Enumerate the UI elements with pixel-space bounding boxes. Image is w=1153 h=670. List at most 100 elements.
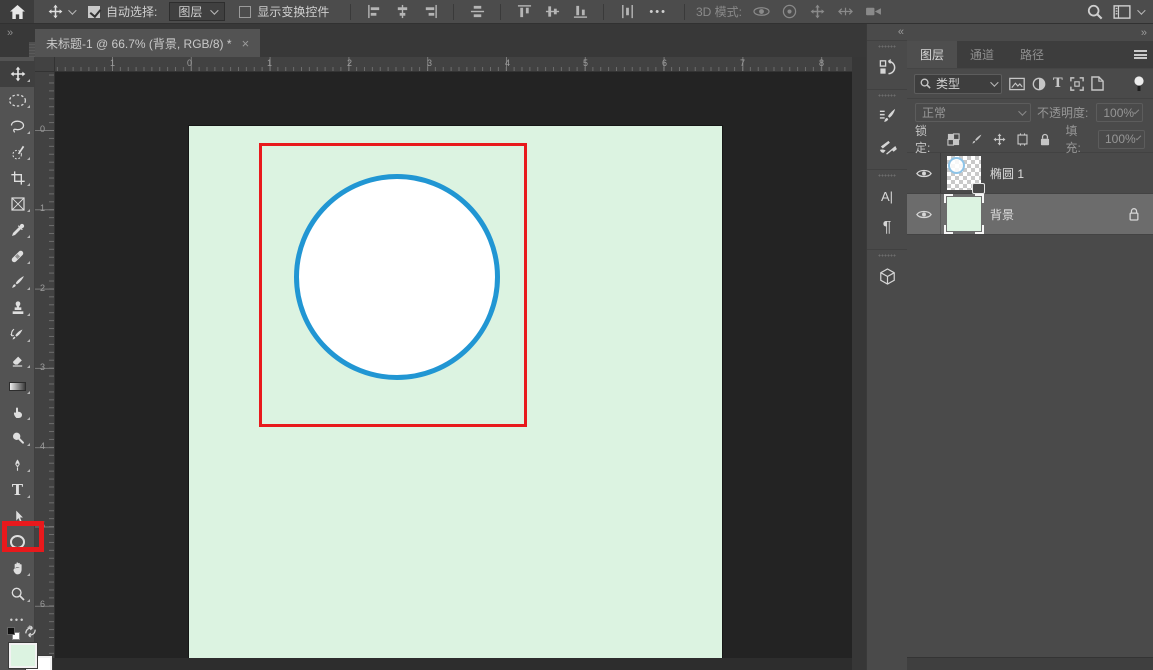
smudge-tool[interactable]	[0, 399, 35, 425]
character-panel-button[interactable]: A|	[867, 181, 907, 212]
layer-thumbnail[interactable]	[947, 156, 981, 190]
tab-paths[interactable]: 路径	[1007, 41, 1057, 68]
adjustment-layer-filter-icon[interactable]	[1032, 77, 1046, 91]
expand-dock-chevron[interactable]: «	[867, 24, 907, 40]
orbit-3d-button[interactable]	[750, 2, 774, 22]
workspace-switcher-button[interactable]	[1113, 5, 1143, 19]
dock-gripper[interactable]	[878, 94, 896, 97]
filter-type-dropdown[interactable]: 类型	[914, 74, 1002, 94]
align-left-button[interactable]	[362, 2, 386, 22]
layer-name[interactable]: 椭圆 1	[990, 165, 1024, 182]
vertical-ruler[interactable]: 0 1 2 3 4 5 6	[35, 72, 55, 658]
vertical-scrollbar[interactable]	[852, 57, 866, 670]
lock-artboard-icon[interactable]	[1016, 133, 1029, 146]
distribute-vertical-button[interactable]	[465, 2, 489, 22]
tab-overflow-chevron[interactable]: »	[7, 27, 11, 39]
layer-name[interactable]: 背景	[990, 206, 1014, 223]
more-options-button[interactable]: •••	[649, 6, 667, 18]
quick-selection-tool[interactable]	[0, 139, 35, 165]
auto-select-target-dropdown[interactable]: 图层	[169, 2, 225, 21]
foreground-color-swatch[interactable]	[9, 643, 37, 668]
dock-gripper[interactable]	[878, 45, 896, 48]
lock-all-icon[interactable]	[1039, 133, 1051, 146]
lock-label: 锁定:	[915, 122, 938, 156]
move-tool[interactable]	[0, 61, 35, 87]
align-right-button[interactable]	[418, 2, 442, 22]
smart-object-filter-icon[interactable]	[1091, 76, 1104, 91]
lock-transparency-icon[interactable]	[947, 133, 960, 146]
visibility-toggle[interactable]	[907, 194, 941, 234]
type-layer-filter-icon[interactable]: T	[1053, 76, 1063, 91]
history-brush-tool[interactable]	[0, 321, 35, 347]
eraser-tool[interactable]	[0, 347, 35, 373]
auto-select-checkbox[interactable]: 自动选择:	[88, 3, 157, 20]
clone-stamp-tool[interactable]	[0, 295, 35, 321]
layer-row-background[interactable]: 背景	[907, 194, 1153, 235]
swap-colors-icon[interactable]	[24, 625, 37, 638]
roll-3d-button[interactable]	[778, 2, 802, 22]
opacity-value: 100%	[1103, 106, 1134, 120]
ruler-corner[interactable]	[35, 57, 55, 72]
pen-tool[interactable]	[0, 451, 35, 477]
separator	[603, 4, 604, 20]
panel-menu-button[interactable]	[1127, 41, 1153, 68]
pan-3d-button[interactable]	[806, 2, 830, 22]
gradient-tool[interactable]	[0, 373, 35, 399]
layer-row-ellipse[interactable]: 椭圆 1	[907, 153, 1153, 194]
hand-tool[interactable]	[0, 555, 35, 581]
brush-settings-panel-button[interactable]	[867, 101, 907, 132]
fill-value: 100%	[1105, 132, 1136, 146]
show-transform-checkbox[interactable]: 显示变换控件	[239, 3, 329, 20]
pixel-layer-filter-icon[interactable]	[1009, 77, 1025, 91]
dock-gripper[interactable]	[878, 254, 896, 257]
tab-channels[interactable]: 通道	[957, 41, 1007, 68]
dock-group	[867, 89, 907, 169]
layer-locked-icon[interactable]	[1128, 207, 1140, 221]
slide-3d-button[interactable]	[834, 2, 858, 22]
paragraph-panel-button[interactable]: ¶	[867, 212, 907, 243]
brush-tool[interactable]	[0, 269, 35, 295]
dodge-tool[interactable]	[0, 425, 35, 451]
align-top-button[interactable]	[512, 2, 536, 22]
horizontal-ruler[interactable]: 1 0 1 2 3 4 5 6 7 8	[55, 57, 852, 72]
lock-pixels-icon[interactable]	[970, 133, 983, 146]
elliptical-marquee-tool[interactable]	[0, 87, 35, 113]
fill-dropdown[interactable]: 100%	[1098, 130, 1145, 149]
align-bottom-button[interactable]	[568, 2, 592, 22]
checkbox-checked-icon	[88, 6, 100, 18]
document-tab[interactable]: 未标题-1 @ 66.7% (背景, RGB/8) * ×	[35, 29, 260, 57]
canvas-workspace[interactable]	[55, 72, 852, 658]
cube-3d-icon	[878, 267, 897, 286]
materials-3d-panel-button[interactable]	[867, 261, 907, 292]
filter-toggle-icon[interactable]	[1132, 75, 1146, 93]
search-icon[interactable]	[1087, 4, 1103, 20]
dock-gripper[interactable]	[878, 174, 896, 177]
canvas-document[interactable]	[189, 126, 722, 658]
align-center-horizontal-button[interactable]	[390, 2, 414, 22]
blend-mode-dropdown[interactable]: 正常	[915, 103, 1031, 122]
default-colors-icon[interactable]	[7, 627, 20, 640]
tab-layers[interactable]: 图层	[907, 41, 957, 68]
align-middle-button[interactable]	[540, 2, 564, 22]
move-tool-preset[interactable]	[48, 4, 74, 19]
history-panel-button[interactable]	[867, 52, 907, 83]
home-button[interactable]	[0, 0, 34, 23]
lasso-tool[interactable]	[0, 113, 35, 139]
close-tab-icon[interactable]: ×	[242, 36, 250, 51]
layer-thumbnail[interactable]	[947, 197, 981, 231]
eyedropper-tool[interactable]	[0, 217, 35, 243]
distribute-horizontal-button[interactable]	[615, 2, 639, 22]
frame-tool[interactable]	[0, 191, 35, 217]
camera-3d-button[interactable]	[862, 2, 886, 22]
shape-layer-filter-icon[interactable]	[1070, 77, 1084, 91]
collapse-panel-chevron[interactable]: »	[1141, 27, 1145, 39]
type-tool[interactable]: T	[0, 477, 35, 503]
brushes-panel-button[interactable]	[867, 132, 907, 163]
zoom-tool[interactable]	[0, 581, 35, 607]
horizontal-scrollbar[interactable]	[35, 658, 852, 670]
visibility-toggle[interactable]	[907, 153, 941, 193]
healing-brush-tool[interactable]	[0, 243, 35, 269]
crop-tool[interactable]	[0, 165, 35, 191]
lock-position-icon[interactable]	[993, 133, 1006, 146]
opacity-dropdown[interactable]: 100%	[1096, 103, 1143, 122]
